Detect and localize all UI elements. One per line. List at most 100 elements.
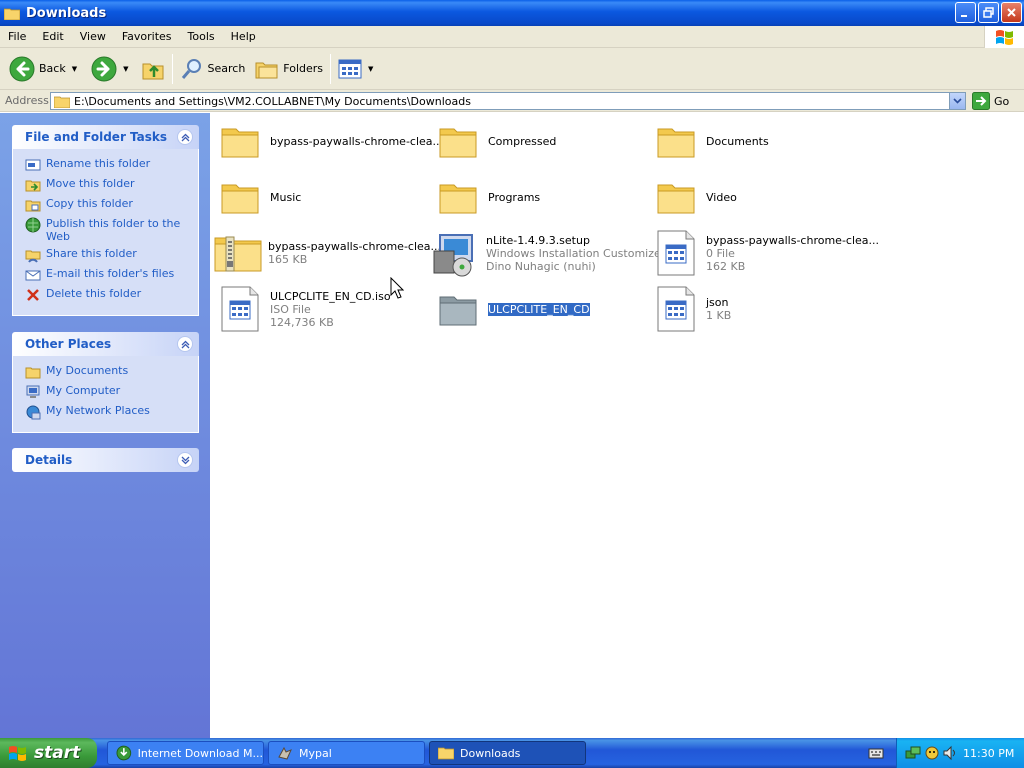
generic-file-item[interactable]: bypass-paywalls-chrome-clea... 0 File 16… [652, 227, 879, 279]
back-button[interactable]: Back ▼ [6, 52, 80, 86]
folder-item[interactable]: bypass-paywalls-chrome-clea... [216, 115, 443, 167]
minimize-icon [961, 15, 967, 17]
up-folder-button[interactable] [138, 52, 168, 86]
network-tray-icon[interactable] [905, 745, 921, 761]
globe-icon [25, 217, 41, 233]
taskbar-button-idm[interactable]: Internet Download M... [107, 741, 264, 765]
share-folder-link[interactable]: Share this folder [25, 247, 190, 263]
item-name: ULCPCLITE_EN_CD [487, 301, 591, 317]
details-header[interactable]: Details [12, 448, 199, 472]
item-name: Music [270, 190, 302, 204]
folders-button[interactable]: Folders [252, 52, 326, 86]
back-dropdown-icon[interactable]: ▼ [72, 65, 77, 73]
folder-icon [4, 8, 20, 20]
keyboard-icon[interactable] [868, 746, 884, 760]
other-places-panel: Other Places My Documents My Computer My… [12, 332, 199, 433]
search-button[interactable]: Search [177, 52, 249, 86]
back-arrow-icon [9, 56, 35, 81]
my-network-places-link[interactable]: My Network Places [25, 404, 190, 420]
taskbar-button-label: Internet Download M... [137, 746, 263, 760]
item-type: ISO File [270, 302, 311, 316]
installer-icon [432, 229, 480, 277]
go-button[interactable]: Go [972, 92, 1009, 110]
item-size: 165 KB [268, 253, 308, 266]
my-documents-link[interactable]: My Documents [25, 364, 190, 380]
rename-folder-link[interactable]: Rename this folder [25, 157, 190, 173]
selected-folder-item[interactable]: ULCPCLITE_EN_CD [434, 283, 591, 335]
close-button[interactable] [1001, 2, 1022, 23]
idm-icon [116, 745, 132, 761]
generic-file-item[interactable]: json 1 KB [652, 283, 731, 335]
email-files-link[interactable]: E-mail this folder's files [25, 267, 190, 283]
search-label: Search [207, 62, 246, 75]
my-computer-link[interactable]: My Computer [25, 384, 190, 400]
maximize-button[interactable] [978, 2, 999, 23]
menu-view[interactable]: View [72, 30, 114, 43]
clock: 11:30 PM [963, 746, 1015, 760]
views-dropdown-icon[interactable]: ▼ [368, 65, 373, 73]
generic-file-icon [652, 229, 700, 277]
toolbar-separator [171, 53, 173, 84]
address-field[interactable]: E:\Documents and Settings\VM2.COLLABNET\… [50, 92, 966, 110]
window-title: Downloads [26, 5, 107, 21]
folder-item[interactable]: Programs [434, 171, 540, 223]
mouse-cursor-icon [390, 277, 404, 299]
menu-favorites[interactable]: Favorites [114, 30, 180, 43]
folder-icon [652, 117, 700, 165]
close-icon [1007, 8, 1016, 17]
task-pane: File and Folder Tasks Rename this folder… [0, 113, 210, 738]
move-folder-link[interactable]: Move this folder [25, 177, 190, 193]
toolbar-separator [330, 53, 332, 84]
setup-file-item[interactable]: nLite-1.4.9.3.setup Windows Installation… [432, 227, 665, 279]
publish-folder-label: Publish this folder to the Web [46, 217, 181, 243]
folders-icon [255, 62, 278, 78]
address-dropdown-button[interactable] [949, 93, 965, 109]
delete-folder-link[interactable]: Delete this folder [25, 287, 190, 303]
item-size: 1 KB [706, 309, 732, 322]
collapse-icon[interactable] [177, 336, 193, 352]
item-publisher: Dino Nuhagic (nuhi) [486, 259, 596, 273]
item-name: Documents [706, 134, 769, 148]
forward-dropdown-icon[interactable]: ▼ [123, 65, 128, 73]
menu-bar: File Edit View Favorites Tools Help [0, 26, 1024, 48]
collapse-icon[interactable] [177, 129, 193, 145]
item-name: Compressed [488, 134, 557, 148]
item-name: bypass-paywalls-chrome-clea... [268, 240, 442, 253]
copy-folder-link[interactable]: Copy this folder [25, 197, 190, 213]
folder-icon [54, 96, 70, 108]
email-files-label: E-mail this folder's files [46, 267, 175, 280]
item-name: bypass-paywalls-chrome-clea... [706, 233, 880, 247]
menu-tools[interactable]: Tools [180, 30, 223, 43]
taskbar-button-downloads[interactable]: Downloads [429, 741, 586, 765]
taskbar-button-mypal[interactable]: Mypal [268, 741, 425, 765]
folder-icon [438, 747, 454, 760]
menu-file[interactable]: File [0, 30, 34, 43]
expand-icon[interactable] [177, 452, 193, 468]
folder-item[interactable]: Compressed [434, 115, 556, 167]
generic-file-item[interactable]: ULCPCLITE_EN_CD.iso ISO File 124,736 KB [216, 283, 391, 335]
system-tray: 11:30 PM [896, 738, 1024, 768]
menu-help[interactable]: Help [223, 30, 264, 43]
zip-file-item[interactable]: bypass-paywalls-chrome-clea... 165 KB [214, 227, 441, 279]
volume-icon[interactable] [943, 745, 957, 761]
file-folder-tasks-panel: File and Folder Tasks Rename this folder… [12, 125, 199, 316]
folder-item[interactable]: Documents [652, 115, 769, 167]
taskbar-button-label: Mypal [299, 746, 332, 760]
folder-icon [434, 117, 482, 165]
minimize-button[interactable] [955, 2, 976, 23]
email-icon [25, 270, 41, 281]
item-type: 0 File [706, 246, 735, 260]
publish-folder-link[interactable]: Publish this folder to the Web [25, 217, 190, 243]
move-icon [25, 180, 41, 192]
menu-edit[interactable]: Edit [34, 30, 71, 43]
mascot-tray-icon[interactable] [924, 745, 940, 761]
start-button[interactable]: start [0, 738, 97, 768]
forward-button[interactable]: ▼ [88, 52, 131, 86]
file-folder-tasks-header[interactable]: File and Folder Tasks [12, 125, 199, 149]
other-places-header[interactable]: Other Places [12, 332, 199, 356]
folder-item[interactable]: Music [216, 171, 301, 223]
views-button[interactable]: ▼ [335, 52, 376, 86]
folder-item[interactable]: Video [652, 171, 737, 223]
windows-flag-icon [995, 30, 1013, 45]
generic-file-icon [652, 285, 700, 333]
